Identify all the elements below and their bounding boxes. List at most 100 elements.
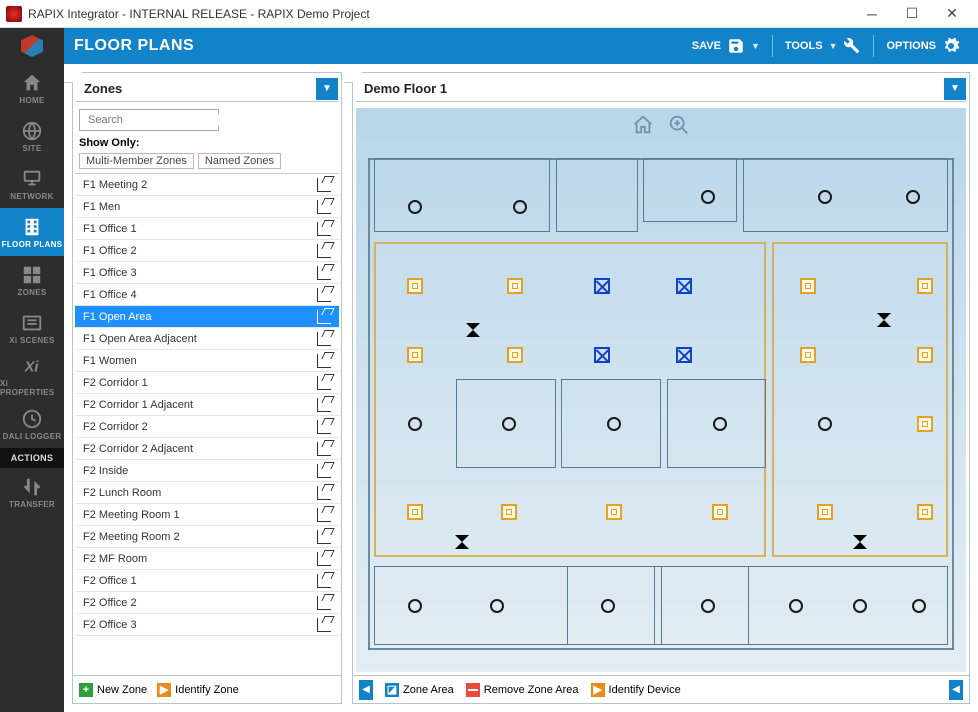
zone-flag-icon [317, 552, 331, 566]
zone-flag-icon [317, 354, 331, 368]
save-icon [727, 37, 745, 55]
zone-row[interactable]: F2 Lunch Room [75, 482, 339, 504]
sidebar-item-floorplans[interactable]: FLOOR PLANS [0, 208, 64, 256]
zone-flag-icon [317, 332, 331, 346]
sidebar-item-site[interactable]: SITE [0, 112, 64, 160]
window-title: RAPIX Integrator - INTERNAL RELEASE - RA… [28, 7, 852, 21]
sidebar-item-zones[interactable]: ZONES [0, 256, 64, 304]
zone-flag-icon [317, 398, 331, 412]
building-icon [21, 216, 43, 238]
page-title: FLOOR PLANS [74, 37, 684, 55]
flag-icon: ◪ [385, 683, 399, 697]
home-icon [21, 72, 43, 94]
zone-flag-icon [317, 464, 331, 478]
zone-row[interactable]: F1 Office 2 [75, 240, 339, 262]
zone-flag-icon [317, 288, 331, 302]
identify-zone-button[interactable]: ▶Identify Zone [157, 683, 239, 697]
scroll-left-button[interactable]: ◀ [359, 680, 373, 700]
sidebar-item-transfer[interactable]: TRANSFER [0, 468, 64, 516]
home-icon[interactable] [632, 114, 654, 136]
svg-text:Xi: Xi [24, 360, 40, 376]
floor-panel: Demo Floor 1▼ [352, 72, 970, 704]
zones-list[interactable]: F1 Meeting 2F1 MenF1 Office 1F1 Office 2… [75, 173, 339, 675]
flag-icon: ▶ [591, 683, 605, 697]
sidebar-item-dalilogger[interactable]: DALI LOGGER [0, 400, 64, 448]
zone-flag-icon [317, 596, 331, 610]
app-icon [6, 6, 22, 22]
zone-row[interactable]: F1 Men [75, 196, 339, 218]
zone-row[interactable]: F2 MF Room [75, 548, 339, 570]
gear-icon [942, 37, 960, 55]
zone-row[interactable]: F1 Office 1 [75, 218, 339, 240]
chevron-down-icon: ▼ [316, 78, 338, 100]
flag-icon: ▶ [157, 683, 171, 697]
zone-row[interactable]: F2 Inside [75, 460, 339, 482]
zoom-icon[interactable] [668, 114, 690, 136]
tools-button[interactable]: TOOLS▼ [777, 28, 870, 64]
zone-flag-icon [317, 574, 331, 588]
zone-row[interactable]: F1 Women [75, 350, 339, 372]
zone-flag-icon [317, 244, 331, 258]
zone-row[interactable]: F2 Corridor 1 Adjacent [75, 394, 339, 416]
zone-flag-icon [317, 222, 331, 236]
zone-row[interactable]: F2 Meeting Room 1 [75, 504, 339, 526]
new-zone-button[interactable]: +New Zone [79, 683, 147, 697]
options-button[interactable]: OPTIONS [878, 28, 968, 64]
zone-row[interactable]: F2 Corridor 1 [75, 372, 339, 394]
sidebar-item-home[interactable]: HOME [0, 64, 64, 112]
zone-flag-icon [317, 376, 331, 390]
remove-zone-area-button[interactable]: Remove Zone Area [466, 683, 579, 697]
sidebar-item-xiprops[interactable]: XiXi PROPERTIES [0, 352, 64, 400]
zone-flag-icon [317, 486, 331, 500]
zone-row[interactable]: F1 Open Area Adjacent [75, 328, 339, 350]
zone-row[interactable]: F2 Corridor 2 [75, 416, 339, 438]
zone-row[interactable]: F2 Meeting Room 2 [75, 526, 339, 548]
floor-dropdown[interactable]: Demo Floor 1▼ [356, 76, 966, 102]
zone-row[interactable]: F2 Office 2 [75, 592, 339, 614]
save-button[interactable]: SAVE ▼ [684, 28, 768, 64]
canvas-toolbar [632, 114, 690, 136]
filter-multi-member[interactable]: Multi-Member Zones [79, 153, 194, 169]
search-input[interactable] [79, 109, 219, 131]
zones-footer: +New Zone ▶Identify Zone [73, 675, 341, 703]
filter-named-zones[interactable]: Named Zones [198, 153, 281, 169]
floorplan-drawing [368, 158, 954, 650]
chevron-down-icon: ▼ [944, 78, 966, 100]
zone-row[interactable]: F2 Corridor 2 Adjacent [75, 438, 339, 460]
maximize-button[interactable]: ☐ [892, 2, 932, 26]
zone-row[interactable]: F2 Office 3 [75, 614, 339, 636]
minimize-button[interactable]: ─ [852, 2, 892, 26]
close-button[interactable]: ✕ [932, 2, 972, 26]
app-logo [0, 28, 64, 64]
ribbon: FLOOR PLANS SAVE ▼ TOOLS▼ OPTIONS [64, 28, 978, 64]
identify-device-button[interactable]: ▶Identify Device [591, 683, 681, 697]
zone-row[interactable]: F1 Office 4 [75, 284, 339, 306]
minus-icon [466, 683, 480, 697]
scroll-right-button[interactable]: ◀ [949, 680, 963, 700]
zone-row[interactable]: F1 Open Area [75, 306, 339, 328]
zone-flag-icon [317, 266, 331, 280]
zone-row[interactable]: F2 Office 1 [75, 570, 339, 592]
window-titlebar: RAPIX Integrator - INTERNAL RELEASE - RA… [0, 0, 978, 28]
sidebar-item-network[interactable]: NETWORK [0, 160, 64, 208]
wrench-icon [843, 37, 861, 55]
floor-footer: ◀ ◪Zone Area Remove Zone Area ▶Identify … [353, 675, 969, 703]
zones-dropdown[interactable]: Zones▼ [76, 76, 338, 102]
zone-area-button[interactable]: ◪Zone Area [385, 683, 454, 697]
grid-icon [21, 264, 43, 286]
floor-canvas[interactable] [356, 108, 966, 672]
nav-sidebar: HOMESITENETWORKFLOOR PLANSZONESXi SCENES… [0, 28, 64, 712]
sidebar-heading-actions: ACTIONS [0, 448, 64, 468]
properties-icon: Xi [21, 355, 43, 377]
globe-icon [21, 120, 43, 142]
zone-flag-icon [317, 200, 331, 214]
zone-flag-icon [317, 178, 331, 192]
scenes-icon [21, 312, 43, 334]
zone-flag-icon [317, 618, 331, 632]
zone-row[interactable]: F1 Meeting 2 [75, 174, 339, 196]
clock-icon [21, 408, 43, 430]
zone-flag-icon [317, 508, 331, 522]
zones-panel: Zones▼ Show Only: Multi-Member Zones Nam… [72, 72, 342, 704]
sidebar-item-xiscenes[interactable]: Xi SCENES [0, 304, 64, 352]
zone-row[interactable]: F1 Office 3 [75, 262, 339, 284]
